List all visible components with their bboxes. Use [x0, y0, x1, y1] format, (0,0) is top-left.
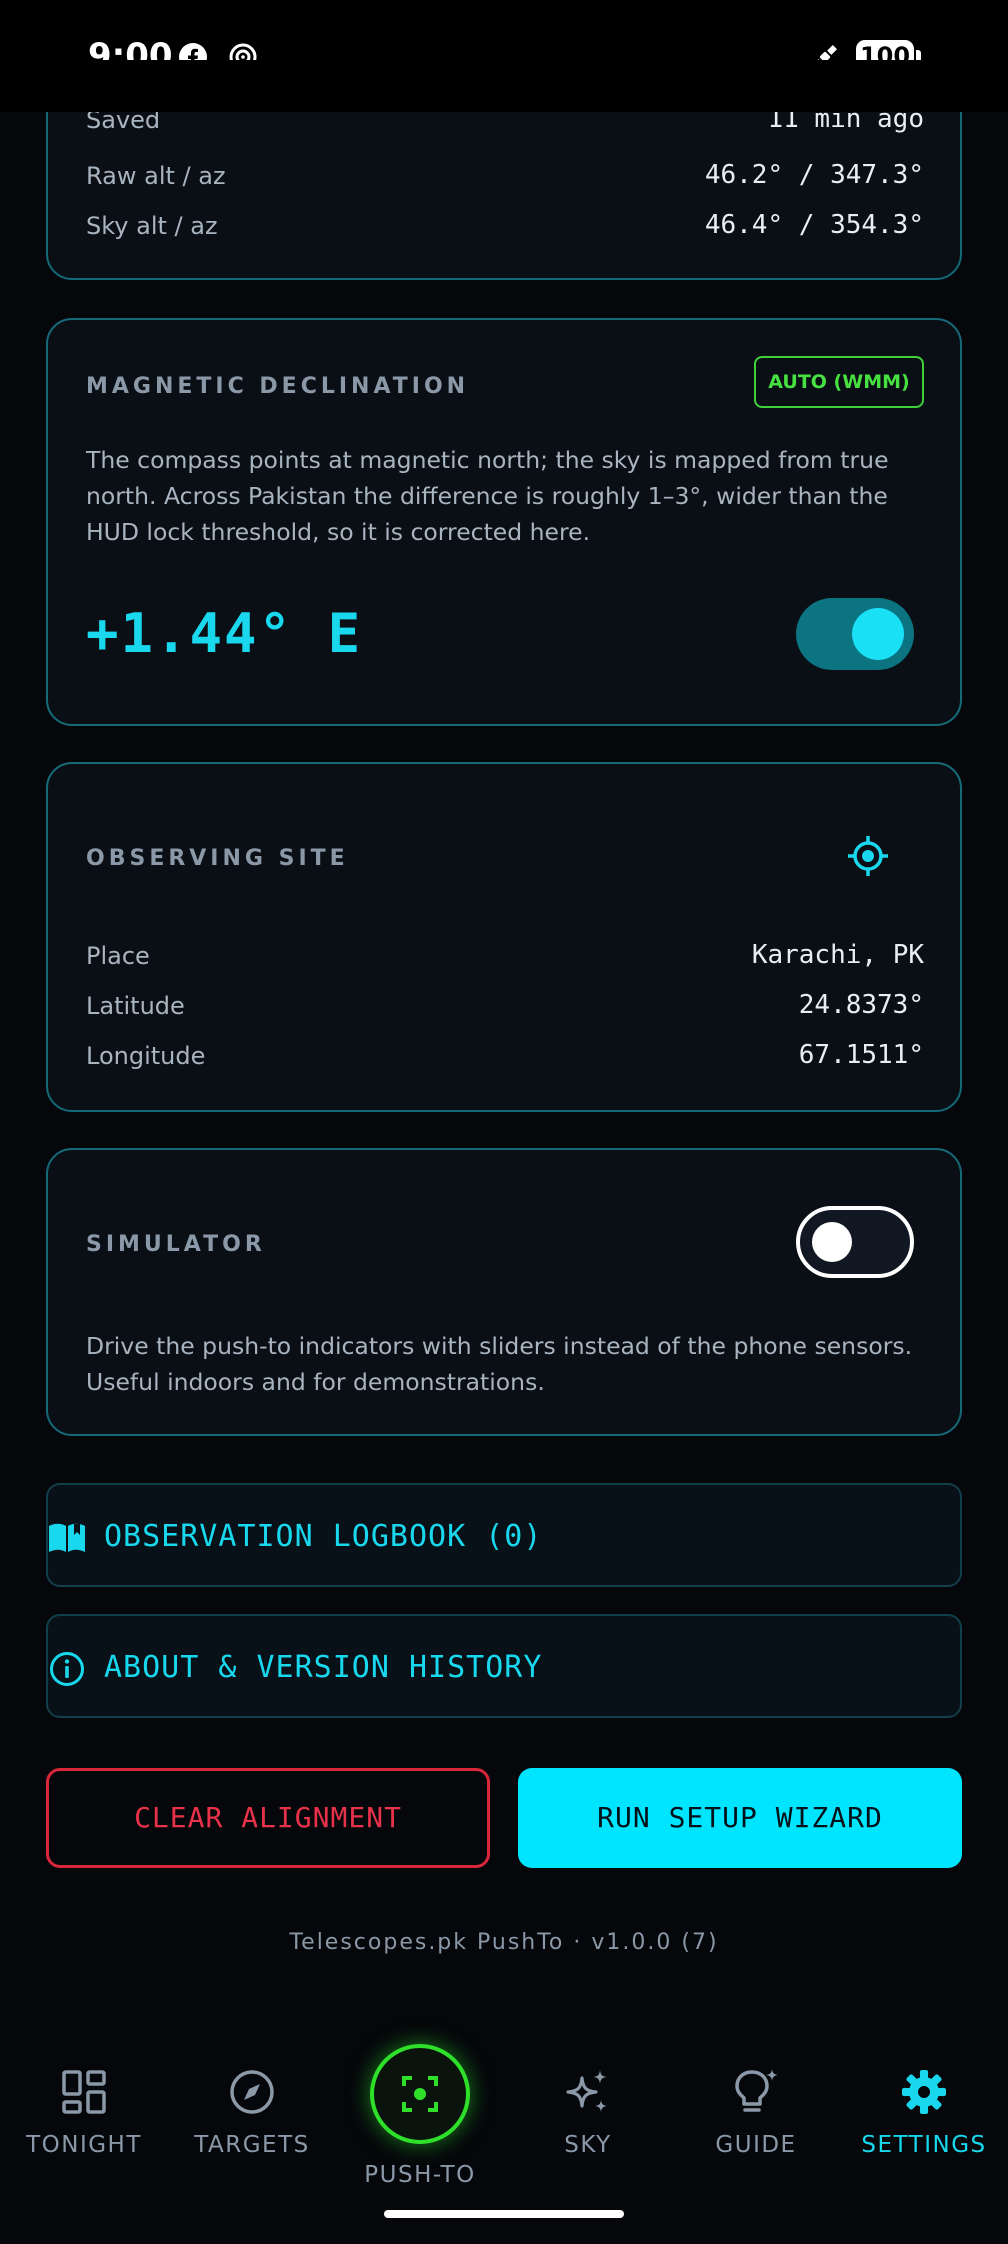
gear-icon: [902, 2070, 946, 2114]
about-version-link[interactable]: ABOUT & VERSION HISTORY: [46, 1614, 962, 1718]
longitude-value: 67.1511°: [798, 1040, 924, 1070]
observation-logbook-label: OBSERVATION LOGBOOK (0): [104, 1519, 543, 1554]
declination-description: The compass points at magnetic north; th…: [86, 446, 889, 546]
observing-site-card: OBSERVING SITE Place Karachi, PK Latitud…: [46, 762, 962, 1112]
nav-pushto-button[interactable]: [370, 2044, 470, 2144]
dashboard-icon: [62, 2070, 106, 2114]
place-value: Karachi, PK: [751, 940, 924, 970]
longitude-label: Longitude: [86, 1042, 206, 1070]
nav-guide[interactable]: GUIDE: [672, 2066, 840, 2158]
declination-toggle[interactable]: [796, 598, 914, 670]
nav-targets-label: TARGETS: [194, 2132, 310, 2158]
about-version-label: ABOUT & VERSION HISTORY: [104, 1650, 543, 1685]
observation-logbook-link[interactable]: OBSERVATION LOGBOOK (0): [46, 1483, 962, 1587]
simulator-toggle[interactable]: [796, 1206, 914, 1278]
clear-alignment-button[interactable]: CLEAR ALIGNMENT: [46, 1768, 490, 1868]
auto-wmm-badge[interactable]: AUTO (WMM): [754, 356, 924, 408]
lightbulb-icon: [735, 2069, 778, 2112]
locate-icon[interactable]: [846, 834, 890, 878]
compass-icon: [230, 2070, 274, 2114]
sparkles-icon: [566, 2070, 607, 2112]
observing-site-title: OBSERVING SITE: [86, 846, 349, 871]
nav-tonight[interactable]: TONIGHT: [0, 2066, 168, 2158]
latitude-label: Latitude: [86, 992, 185, 1020]
toggle-knob: [852, 608, 904, 660]
nav-guide-label: GUIDE: [715, 2132, 797, 2158]
toggle-knob: [812, 1222, 852, 1262]
latitude-value: 24.8373°: [798, 990, 924, 1020]
focus-target-icon: [402, 2076, 438, 2112]
declination-value: +1.44° E: [86, 602, 363, 665]
home-indicator[interactable]: [384, 2210, 624, 2218]
nav-tonight-label: TONIGHT: [26, 2132, 142, 2158]
simulator-description: Drive the push-to indicators with slider…: [86, 1332, 913, 1396]
nav-pushto-label[interactable]: PUSH-TO: [320, 2162, 520, 2188]
status-bar-mask: [0, 60, 1008, 112]
version-footer: Telescopes.pk PushTo · v1.0.0 (7): [289, 1930, 719, 1955]
sky-alt-az-label: Sky alt / az: [86, 212, 218, 240]
nav-sky[interactable]: SKY: [504, 2066, 672, 2158]
place-label: Place: [86, 942, 150, 970]
raw-alt-az-value: 46.2° / 347.3°: [704, 160, 924, 190]
run-setup-wizard-button[interactable]: RUN SETUP WIZARD: [518, 1768, 962, 1868]
declination-title: MAGNETIC DECLINATION: [86, 374, 470, 399]
book-icon: [49, 1523, 85, 1552]
sky-alt-az-value: 46.4° / 354.3°: [704, 210, 924, 240]
declination-card: MAGNETIC DECLINATION AUTO (WMM) The comp…: [46, 318, 962, 726]
raw-alt-az-label: Raw alt / az: [86, 162, 226, 190]
nav-sky-label: SKY: [564, 2132, 612, 2158]
simulator-title: SIMULATOR: [86, 1232, 266, 1257]
info-icon: [50, 1652, 84, 1686]
simulator-card: SIMULATOR Drive the push-to indicators w…: [46, 1148, 962, 1436]
nav-settings[interactable]: SETTINGS: [840, 2066, 1008, 2158]
nav-targets[interactable]: TARGETS: [168, 2066, 336, 2158]
nav-settings-label: SETTINGS: [861, 2132, 987, 2158]
